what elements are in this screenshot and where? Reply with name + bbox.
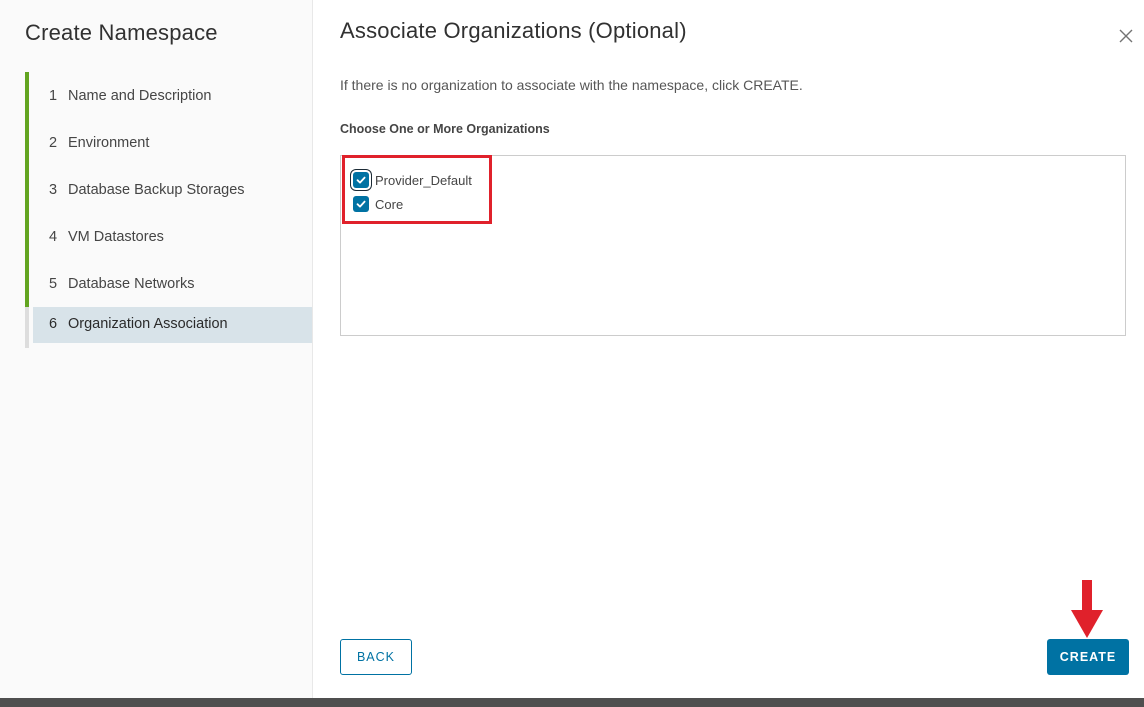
step-progress-bar [25,307,29,348]
step-number: 1 [49,87,58,104]
back-button[interactable]: BACK [340,639,412,675]
step-label: VM Datastores [68,228,164,245]
info-text: If there is no organization to associate… [340,77,803,93]
step-label: Organization Association [68,316,228,332]
step-progress-bar [25,72,29,119]
step-name-and-description[interactable]: 1 Name and Description [25,72,312,119]
step-number: 3 [49,181,58,198]
step-progress-bar [25,166,29,213]
wizard-title: Create Namespace [25,20,218,45]
step-label: Environment [68,134,150,151]
step-label: Name and Description [68,87,212,104]
create-button[interactable]: CREATE [1047,639,1129,675]
red-arrow-down-icon [1071,580,1103,638]
step-database-networks[interactable]: 5 Database Networks [25,260,312,307]
wizard-steps: 1 Name and Description 2 Environment 3 D… [25,72,312,352]
annotation-highlight-box [342,155,492,224]
wizard-sidebar: Create Namespace 1 Name and Description … [0,0,313,698]
step-number: 2 [49,134,58,151]
step-number: 5 [49,275,58,292]
step-progress-bar [25,213,29,260]
page-title: Associate Organizations (Optional) [340,18,687,43]
organizations-label: Choose One or More Organizations [340,122,550,136]
create-namespace-modal: Create Namespace 1 Name and Description … [0,0,1144,698]
step-vm-datastores[interactable]: 4 VM Datastores [25,213,312,260]
step-label: Database Networks [68,275,195,292]
step-number: 4 [49,228,58,245]
close-icon [1119,29,1133,43]
close-button[interactable] [1118,28,1134,44]
backdrop-strip [0,698,1144,707]
step-environment[interactable]: 2 Environment [25,119,312,166]
step-organization-association[interactable]: 6 Organization Association [25,307,312,352]
step-progress-bar [25,260,29,307]
step-label: Database Backup Storages [68,181,245,198]
step-number: 6 [49,316,58,332]
step-database-backup-storages[interactable]: 3 Database Backup Storages [25,166,312,213]
step-progress-bar [25,119,29,166]
